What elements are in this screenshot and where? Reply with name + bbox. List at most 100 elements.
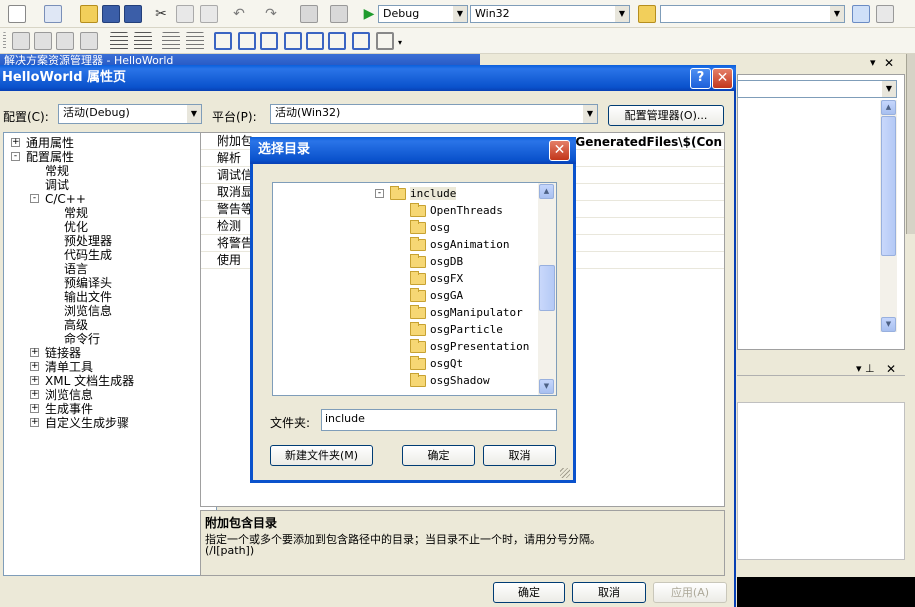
navigate-forward-icon[interactable]: [330, 5, 348, 23]
chevron-down-icon[interactable]: ▼: [187, 105, 201, 123]
cut-icon[interactable]: ✂: [152, 5, 170, 23]
tree-item[interactable]: 命令行: [64, 332, 100, 346]
find-icon[interactable]: [852, 5, 870, 23]
navigate-back-icon[interactable]: [300, 5, 318, 23]
copy-icon[interactable]: [176, 5, 194, 23]
tree-item[interactable]: 常规: [64, 206, 88, 220]
folder-item[interactable]: osgGA: [410, 288, 463, 304]
tree-item[interactable]: 生成事件: [45, 402, 93, 416]
grid-value-first[interactable]: \GeneratedFiles\$(Con: [571, 135, 722, 149]
chevron-down-icon[interactable]: ▼: [453, 6, 467, 22]
folder-item[interactable]: OpenThreads: [410, 203, 503, 219]
tree-item[interactable]: XML 文档生成器: [45, 374, 134, 388]
cancel-button[interactable]: 取消: [572, 582, 646, 603]
folder-item[interactable]: osgParticle: [410, 322, 503, 338]
outdent-icon[interactable]: [134, 32, 152, 50]
browse-ok-button[interactable]: 确定: [402, 445, 475, 466]
tree-item[interactable]: 预编译头: [64, 276, 112, 290]
tree-item[interactable]: 常规: [45, 164, 69, 178]
right-pane-scrollbar[interactable]: ▲ ▼: [880, 100, 897, 332]
uncomment-icon[interactable]: [186, 32, 204, 50]
bookmark-prev-doc-icon[interactable]: [328, 32, 346, 50]
ok-button[interactable]: 确定: [493, 582, 565, 603]
tree-item[interactable]: 自定义生成步骤: [45, 416, 129, 430]
folder-item[interactable]: osgShadow: [410, 373, 490, 389]
tree-item[interactable]: 代码生成: [64, 248, 112, 262]
expand-icon[interactable]: +: [30, 404, 39, 413]
config-manager-button[interactable]: 配置管理器(O)...: [608, 105, 724, 126]
layout-icon-4[interactable]: [80, 32, 98, 50]
chevron-down-icon[interactable]: ▼: [882, 81, 896, 97]
comment-icon[interactable]: [162, 32, 180, 50]
layout-icon-2[interactable]: [34, 32, 52, 50]
properties-object-combo[interactable]: ▼: [737, 80, 897, 98]
folder-item[interactable]: osgAnimation: [410, 237, 509, 253]
solution-platform-combo[interactable]: Win32 ▼: [470, 5, 630, 23]
platform-combo[interactable]: 活动(Win32) ▼: [270, 104, 598, 124]
bookmark-prev-folder-icon[interactable]: [284, 32, 302, 50]
save-all-icon[interactable]: [124, 5, 142, 23]
scroll-up-icon[interactable]: ▲: [881, 100, 896, 115]
chevron-down-icon[interactable]: ▼: [615, 6, 629, 22]
expand-icon[interactable]: +: [30, 362, 39, 371]
scroll-thumb[interactable]: [881, 116, 896, 256]
collapse-icon[interactable]: -: [30, 194, 39, 203]
chevron-down-icon[interactable]: ▼: [583, 105, 597, 123]
clear-bookmarks-icon[interactable]: [376, 32, 394, 50]
tree-item[interactable]: 配置属性: [26, 150, 74, 164]
new-project-icon[interactable]: [8, 5, 26, 23]
layout-icon-1[interactable]: [12, 32, 30, 50]
folder-item[interactable]: osgPresentation: [410, 339, 529, 355]
save-icon[interactable]: [102, 5, 120, 23]
folder-item[interactable]: osgFX: [410, 271, 463, 287]
pane-close-icon[interactable]: ✕: [884, 56, 894, 70]
paste-icon[interactable]: [200, 5, 218, 23]
layout-icon-3[interactable]: [56, 32, 74, 50]
tree-item[interactable]: 语言: [64, 262, 88, 276]
open-file-icon[interactable]: [80, 5, 98, 23]
tree-item[interactable]: 浏览信息: [64, 304, 112, 318]
tree-item[interactable]: 通用属性: [26, 136, 74, 150]
toolbar-options-icon[interactable]: ▾: [398, 36, 406, 54]
expand-icon[interactable]: +: [11, 138, 20, 147]
output-pane-close-icon[interactable]: ✕: [886, 362, 896, 376]
folder-item[interactable]: osgQt: [410, 356, 463, 372]
tree-item[interactable]: 优化: [64, 220, 88, 234]
folder-item[interactable]: osgManipulator: [410, 305, 523, 321]
tree-item[interactable]: C/C++: [45, 192, 86, 206]
bookmark-icon[interactable]: [214, 32, 232, 50]
tree-item[interactable]: 浏览信息: [45, 388, 93, 402]
indent-icon[interactable]: [110, 32, 128, 50]
folder-item[interactable]: include: [390, 186, 457, 202]
new-folder-button[interactable]: 新建文件夹(M): [270, 445, 373, 466]
bookmark-next-icon[interactable]: [260, 32, 278, 50]
collapse-icon[interactable]: -: [11, 152, 20, 161]
find-in-files-icon[interactable]: [638, 5, 656, 23]
tree-item[interactable]: 清单工具: [45, 360, 93, 374]
tree-item[interactable]: 链接器: [45, 346, 81, 360]
collapse-icon[interactable]: -: [375, 189, 384, 198]
apply-button[interactable]: 应用(A): [653, 582, 727, 603]
folder-input[interactable]: include: [321, 409, 557, 431]
scroll-up-icon[interactable]: ▲: [539, 184, 554, 199]
tree-item[interactable]: 输出文件: [64, 290, 112, 304]
expand-icon[interactable]: +: [30, 418, 39, 427]
folder-item[interactable]: osgDB: [410, 254, 463, 270]
find-combo[interactable]: ▼: [660, 5, 845, 23]
start-debug-icon[interactable]: ▶: [360, 5, 378, 23]
expand-icon[interactable]: +: [30, 390, 39, 399]
close-icon[interactable]: ✕: [712, 68, 733, 89]
properties-icon[interactable]: [876, 5, 894, 23]
scroll-thumb[interactable]: [539, 265, 555, 311]
scroll-down-icon[interactable]: ▼: [881, 317, 896, 332]
tree-item[interactable]: 调试: [45, 178, 69, 192]
tree-item[interactable]: 预处理器: [64, 234, 112, 248]
chevron-down-icon[interactable]: ▼: [830, 6, 844, 22]
undo-icon[interactable]: ↶: [230, 5, 248, 23]
browse-close-icon[interactable]: ✕: [549, 140, 570, 161]
redo-icon[interactable]: ↷: [262, 5, 280, 23]
help-icon[interactable]: ?: [690, 68, 711, 89]
scroll-down-icon[interactable]: ▼: [539, 379, 554, 394]
output-pane-pin-icon[interactable]: ▾ ⊥: [856, 362, 875, 375]
pane-pin-icon[interactable]: ▾: [870, 56, 876, 69]
